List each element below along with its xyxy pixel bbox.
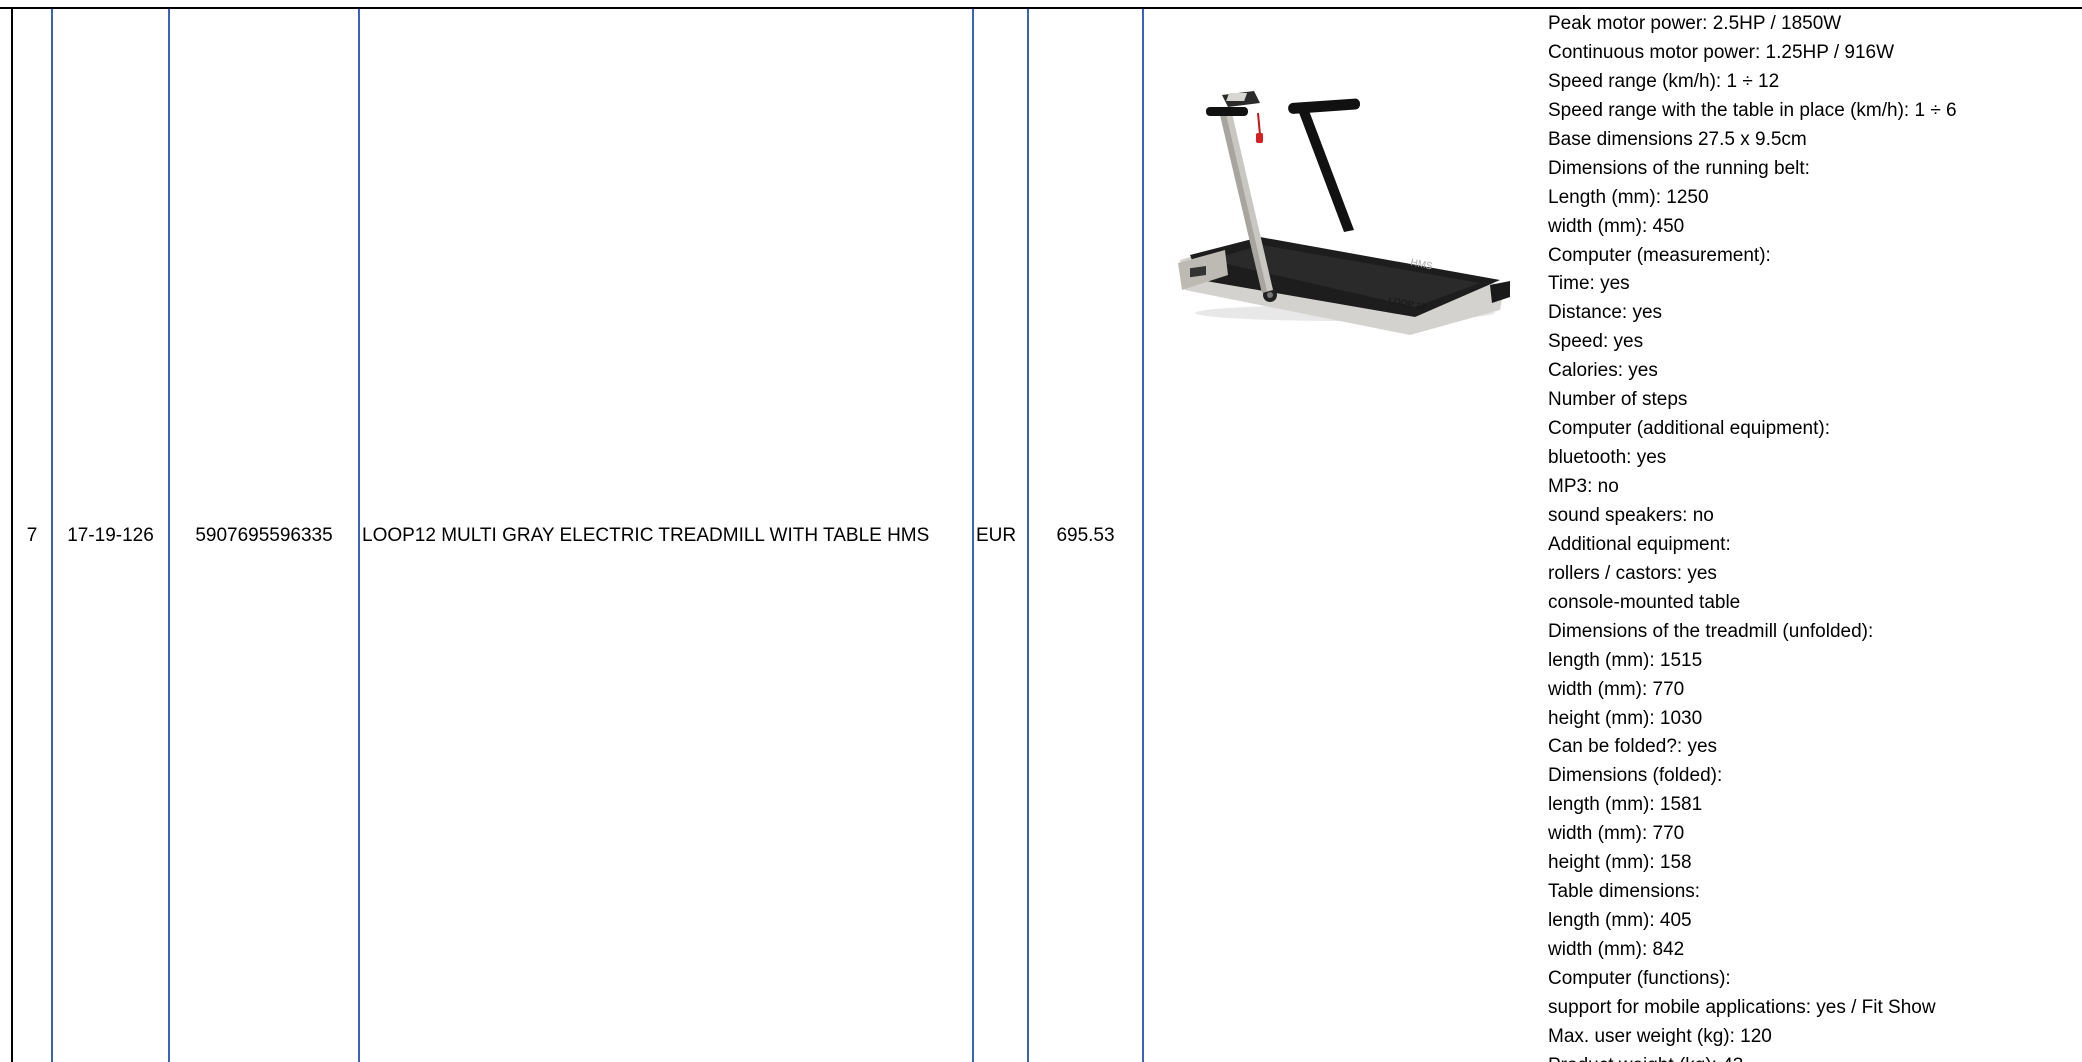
spec-line: height (mm): 158 bbox=[1548, 852, 1692, 874]
spec-line: Speed range with the table in place (km/… bbox=[1548, 99, 1957, 121]
spec-line: bluetooth: yes bbox=[1548, 447, 1667, 469]
spec-line: Length (mm): 1250 bbox=[1548, 186, 1709, 208]
index-value: 7 bbox=[26, 524, 38, 546]
spec-line: sound speakers: no bbox=[1548, 504, 1714, 526]
cell-price[interactable]: 695.53 bbox=[1029, 9, 1142, 1062]
spreadsheet: 7 17-19-126 5907695596335 LOOP12 MULTI G… bbox=[0, 0, 2082, 1062]
spec-line: Computer (functions): bbox=[1548, 967, 1731, 989]
spec-line: length (mm): 1515 bbox=[1548, 649, 1703, 671]
spec-line: Table dimensions: bbox=[1548, 881, 1701, 903]
product-name: LOOP12 MULTI GRAY ELECTRIC TREADMILL WIT… bbox=[362, 524, 930, 546]
spec-line: Additional equipment: bbox=[1548, 533, 1731, 555]
spec-line: Dimensions of the running belt: bbox=[1548, 157, 1810, 179]
spec-line: Computer (additional equipment): bbox=[1548, 418, 1830, 440]
spec-line: Max. user weight (kg): 120 bbox=[1548, 1025, 1772, 1047]
cell-index[interactable]: 7 bbox=[13, 9, 51, 1062]
ean-value: 5907695596335 bbox=[195, 524, 333, 546]
spec-line: support for mobile applications: yes / F… bbox=[1548, 996, 1936, 1018]
spec-line: width (mm): 842 bbox=[1548, 939, 1685, 960]
cell-specs[interactable]: Peak motor power: 2.5HP / 1850W Continuou… bbox=[1548, 10, 2082, 1062]
cell-currency[interactable]: EUR bbox=[974, 9, 1027, 1062]
spec-line: Speed: yes bbox=[1548, 331, 1644, 353]
spec-line: MP3: no bbox=[1548, 476, 1619, 497]
cell-code[interactable]: 17-19-126 bbox=[53, 9, 168, 1062]
treadmill-image: HMS LOOP 12 bbox=[1178, 91, 1510, 335]
spec-line: Speed range (km/h): 1 ÷ 12 bbox=[1548, 70, 1780, 92]
currency-value: EUR bbox=[976, 524, 1017, 546]
spec-line: Product weight (kg): 43 bbox=[1548, 1052, 2082, 1062]
cell-product-name[interactable]: LOOP12 MULTI GRAY ELECTRIC TREADMILL WIT… bbox=[360, 9, 972, 1062]
spec-line: length (mm): 1581 bbox=[1548, 794, 1703, 816]
price-value: 695.53 bbox=[1056, 524, 1115, 546]
code-value: 17-19-126 bbox=[67, 524, 154, 546]
spec-line: Time: yes bbox=[1548, 273, 1630, 295]
spec-line: Peak motor power: 2.5HP / 1850W bbox=[1548, 13, 1842, 34]
spec-line: Base dimensions 27.5 x 9.5cm bbox=[1548, 128, 1807, 150]
spec-line: Distance: yes bbox=[1548, 302, 1663, 324]
spec-line: width (mm): 770 bbox=[1548, 678, 1685, 700]
spec-line: width (mm): 770 bbox=[1548, 823, 1685, 845]
spec-line: rollers / castors: yes bbox=[1548, 562, 1717, 584]
spec-line: Dimensions of the treadmill (unfolded): bbox=[1548, 620, 1874, 642]
spec-line: width (mm): 450 bbox=[1548, 215, 1685, 237]
spec-line: length (mm): 405 bbox=[1548, 910, 1692, 932]
spec-line: console-mounted table bbox=[1548, 591, 1741, 613]
cell-ean[interactable]: 5907695596335 bbox=[170, 9, 358, 1062]
spec-line: height (mm): 1030 bbox=[1548, 707, 1703, 729]
spec-line: Calories: yes bbox=[1548, 360, 1658, 382]
spec-line: Continuous motor power: 1.25HP / 916W bbox=[1548, 41, 1895, 63]
spec-line: Computer (measurement): bbox=[1548, 244, 1771, 266]
spec-line: Dimensions (folded): bbox=[1548, 765, 1723, 787]
spec-line: Number of steps bbox=[1548, 389, 1688, 411]
spec-line: Can be folded?: yes bbox=[1548, 736, 1718, 758]
